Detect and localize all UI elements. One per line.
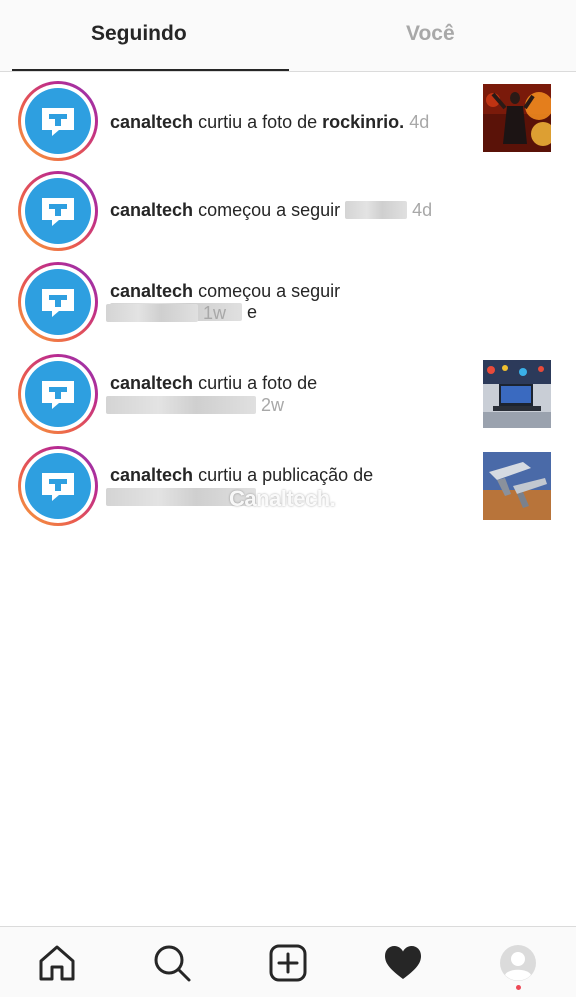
post-thumbnail[interactable] <box>483 360 551 428</box>
canaltech-logo-icon <box>42 473 74 501</box>
tab-following[interactable]: Seguindo <box>91 22 187 46</box>
watermark: Canaltech. <box>229 486 336 511</box>
notification-text: canaltech curtiu a publicação de <box>110 465 475 486</box>
timestamp: 4d <box>409 112 430 132</box>
action-text: curtiu a foto de <box>198 373 318 393</box>
username[interactable]: canaltech <box>110 373 193 393</box>
action-text: começou a seguir <box>198 281 341 301</box>
avatar[interactable] <box>18 81 98 161</box>
notification-text: canaltech começou a seguir 4d <box>110 200 475 221</box>
post-thumbnail[interactable] <box>483 452 551 520</box>
home-icon[interactable] <box>37 943 77 983</box>
post-thumbnail[interactable] <box>483 84 551 152</box>
blurred-username <box>106 304 198 322</box>
blurred-username <box>345 201 408 219</box>
username[interactable]: canaltech <box>110 200 193 220</box>
notification-text: canaltech curtiu a foto de <box>110 373 475 394</box>
timestamp: 1w <box>203 303 227 323</box>
notification-text: canaltech curtiu a foto de rockinrio. 4d <box>110 112 475 133</box>
canaltech-logo-icon <box>42 381 74 409</box>
avatar[interactable] <box>18 262 98 342</box>
username[interactable]: canaltech <box>110 112 193 132</box>
list-item[interactable]: canaltech começou a seguir e 1w <box>0 261 576 353</box>
avatar[interactable] <box>18 446 98 526</box>
activity-heart-icon[interactable] <box>383 943 423 983</box>
profile-avatar-icon[interactable] <box>498 943 538 983</box>
avatar[interactable] <box>18 354 98 434</box>
new-post-icon[interactable] <box>268 943 308 983</box>
bottom-nav <box>0 926 576 997</box>
blurred-username <box>106 396 256 414</box>
timestamp: 4d <box>412 200 433 220</box>
username[interactable]: canaltech <box>110 465 193 485</box>
canaltech-logo-icon <box>42 198 74 226</box>
search-icon[interactable] <box>152 943 192 983</box>
list-item[interactable]: canaltech começou a seguir 4d <box>0 169 576 261</box>
avatar[interactable] <box>18 171 98 251</box>
list-item[interactable]: canaltech curtiu a foto de 2w <box>0 353 576 445</box>
action-text: curtiu a publicação de <box>198 465 374 485</box>
tab-you[interactable]: Você <box>406 22 455 46</box>
action-text: curtiu a foto de <box>198 112 318 132</box>
action-text: começou a seguir <box>198 200 341 220</box>
active-tab-indicator <box>12 69 289 71</box>
canaltech-logo-icon <box>42 289 74 317</box>
conjunction-text: e <box>247 302 258 322</box>
timestamp: 2w <box>261 395 285 415</box>
canaltech-logo-icon <box>42 108 74 136</box>
list-item[interactable]: canaltech curtiu a foto de rockinrio. 4d <box>0 77 576 169</box>
notification-text-line2: 1w <box>106 303 226 324</box>
target-username[interactable]: rockinrio. <box>322 112 404 132</box>
notification-dot <box>516 985 521 990</box>
activity-tabs: Seguindo Você <box>0 0 576 72</box>
username[interactable]: canaltech <box>110 281 193 301</box>
notification-text-line2: 2w <box>106 395 284 416</box>
